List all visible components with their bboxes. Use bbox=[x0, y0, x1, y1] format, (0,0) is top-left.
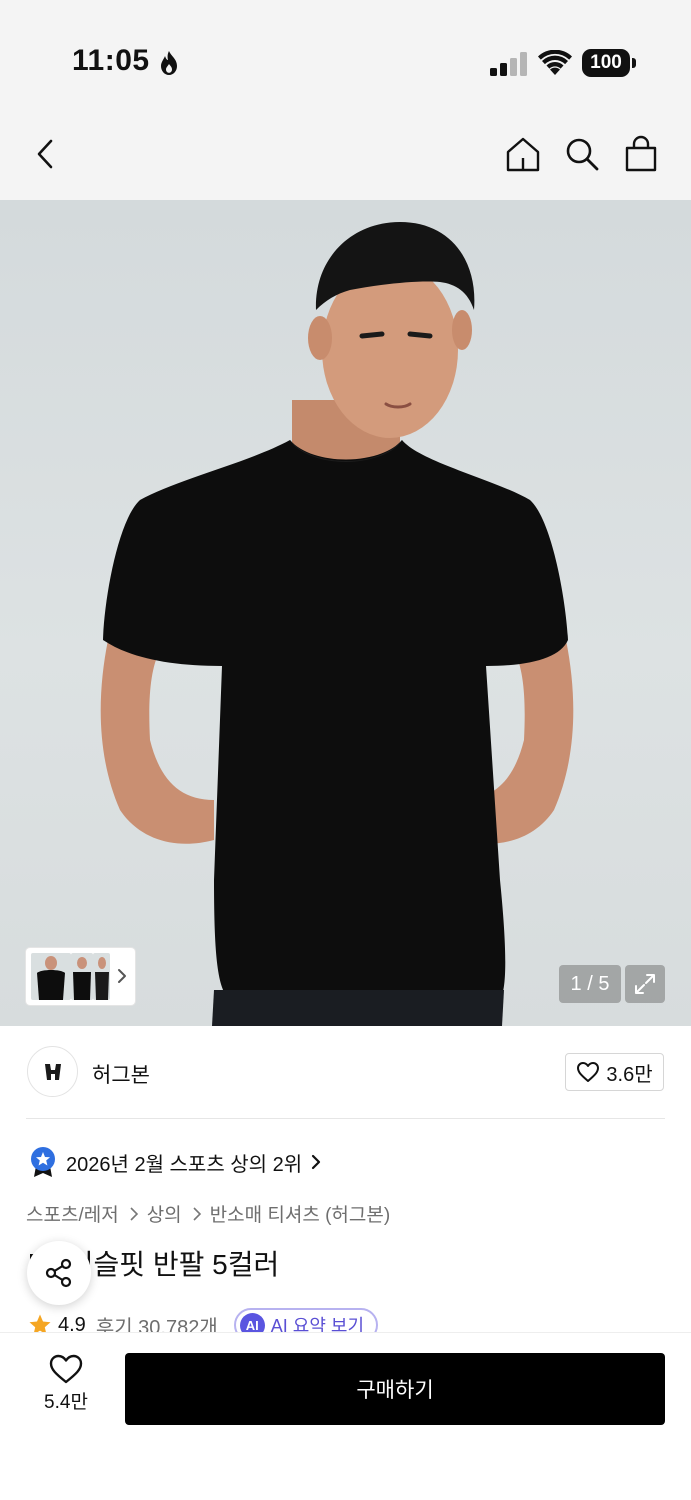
brand-like-button[interactable]: 3.6만 bbox=[565, 1053, 664, 1091]
chevron-right-icon bbox=[193, 1206, 201, 1221]
brand-logo-icon bbox=[44, 1063, 61, 1080]
breadcrumb-item[interactable]: 상의 bbox=[147, 1200, 182, 1227]
product-title-text: 머슬핏 반팔 5컬러 bbox=[67, 1249, 280, 1280]
home-icon bbox=[506, 137, 540, 172]
heart-icon bbox=[577, 1062, 600, 1082]
search-button[interactable] bbox=[562, 134, 602, 174]
chevron-right-icon bbox=[118, 969, 126, 983]
ranking-link[interactable]: 2026년 2월 스포츠 상의 2위 bbox=[28, 1146, 322, 1178]
shopping-bag-icon bbox=[625, 135, 657, 172]
status-time: 11:05 bbox=[72, 44, 150, 77]
heart-icon bbox=[49, 1354, 83, 1384]
back-icon bbox=[37, 139, 53, 169]
brand-name[interactable]: 허그본 bbox=[92, 1059, 150, 1089]
thumbnail-2[interactable] bbox=[71, 953, 93, 1000]
ranking-text: 2026년 2월 스포츠 상의 2위 bbox=[66, 1153, 303, 1176]
flame-icon bbox=[161, 51, 177, 75]
wishlist-button[interactable]: 5.4만 bbox=[26, 1353, 106, 1423]
status-bar: 11:05 100 bbox=[0, 0, 691, 110]
bottom-action-bar: 5.4만 구매하기 bbox=[0, 1332, 691, 1500]
battery-icon: 100 bbox=[582, 49, 636, 77]
breadcrumb: 스포츠/레저 상의 반소매 티셔츠 (허그본) bbox=[26, 1200, 390, 1227]
breadcrumb-item[interactable]: 스포츠/레저 bbox=[26, 1200, 119, 1227]
wishlist-count: 5.4만 bbox=[44, 1392, 88, 1413]
battery-level: 100 bbox=[582, 49, 630, 77]
ranking-medal-icon bbox=[31, 1147, 55, 1177]
share-icon bbox=[45, 1258, 72, 1288]
top-navigation bbox=[0, 110, 691, 200]
chevron-right-icon bbox=[312, 1154, 321, 1170]
product-photo bbox=[100, 222, 574, 1026]
image-page-counter: 1 / 5 bbox=[559, 965, 621, 1003]
product-image[interactable]: 1 / 5 bbox=[0, 200, 691, 1026]
gallery-thumbnails[interactable] bbox=[26, 948, 135, 1005]
product-title: [머슬핏 반팔 5컬러 bbox=[28, 1243, 668, 1283]
brand-like-count: 3.6만 bbox=[606, 1063, 653, 1086]
cellular-signal-icon bbox=[490, 52, 527, 76]
wifi-icon bbox=[538, 50, 572, 75]
fullscreen-button[interactable] bbox=[625, 965, 665, 1003]
brand-row: 허그본 3.6만 bbox=[0, 1026, 691, 1119]
buy-button[interactable]: 구매하기 bbox=[125, 1353, 665, 1425]
share-button[interactable] bbox=[27, 1241, 91, 1305]
shopping-bag-button[interactable] bbox=[621, 134, 661, 174]
brand-logo[interactable] bbox=[27, 1046, 78, 1097]
back-button[interactable] bbox=[26, 134, 66, 174]
thumbnail-3[interactable] bbox=[93, 953, 110, 1000]
breadcrumb-item[interactable]: 반소매 티셔츠 (허그본) bbox=[210, 1200, 391, 1227]
chevron-right-icon bbox=[130, 1206, 138, 1221]
home-button[interactable] bbox=[503, 134, 543, 174]
search-icon bbox=[566, 138, 599, 171]
expand-icon bbox=[635, 974, 655, 994]
divider bbox=[26, 1118, 665, 1119]
thumbnail-1[interactable] bbox=[31, 953, 71, 1000]
